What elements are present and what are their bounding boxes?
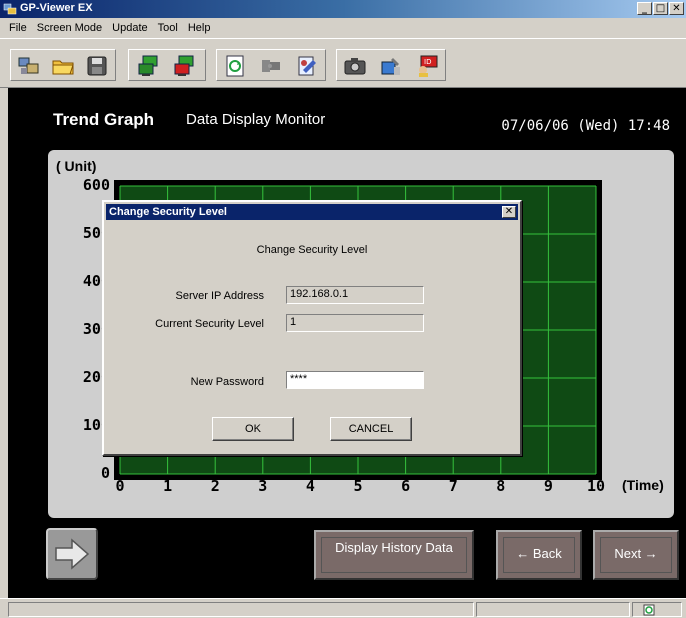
window-title: GP-Viewer EX <box>20 2 93 14</box>
document-refresh-icon[interactable] <box>223 54 247 78</box>
x-tick-label: 9 <box>543 477 553 495</box>
status-pane-icon <box>632 602 682 617</box>
menu-help[interactable]: Help <box>183 22 216 34</box>
status-pane-secondary <box>476 602 630 617</box>
toolbar-group-document <box>216 49 326 81</box>
save-disk-icon[interactable] <box>85 54 109 78</box>
x-tick-label: 8 <box>496 477 506 495</box>
status-bar <box>0 598 686 618</box>
x-tick-label: 10 <box>587 477 606 495</box>
next-button[interactable]: Next → <box>593 530 679 580</box>
settings-wrench-icon[interactable] <box>379 54 403 78</box>
display-history-data-button[interactable]: Display History Data <box>314 530 474 580</box>
next-button-label: Next → <box>600 537 672 573</box>
camera-icon[interactable] <box>343 54 367 78</box>
switch-screen-button[interactable] <box>46 528 98 580</box>
y-tick-label: 0 <box>100 464 110 482</box>
maximize-button[interactable]: □ <box>653 2 668 15</box>
x-tick-label: 3 <box>258 477 268 495</box>
x-tick-label: 7 <box>448 477 458 495</box>
monitor-red-icon[interactable] <box>173 54 197 78</box>
window-title-bar[interactable]: GP-Viewer EX _ □ ✕ <box>0 0 686 18</box>
puzzle-icon[interactable] <box>259 54 283 78</box>
x-tick-label: 6 <box>401 477 411 495</box>
x-tick-label: 4 <box>305 477 315 495</box>
y-tick-label: 600 <box>82 176 110 194</box>
svg-text:ID: ID <box>424 58 431 66</box>
server-ip-field: 192.168.0.1 <box>286 286 424 304</box>
toolbar: ID <box>0 38 686 88</box>
minimize-button[interactable]: _ <box>637 2 652 15</box>
dialog-heading: Change Security Level <box>256 244 368 256</box>
new-password-label: New Password <box>190 376 264 388</box>
ok-button[interactable]: OK <box>212 417 294 441</box>
refresh-status-icon <box>643 604 655 616</box>
back-button[interactable]: ← Back <box>496 530 582 580</box>
arrow-right-icon <box>55 538 90 570</box>
window-controls: _ □ ✕ <box>637 2 684 15</box>
close-button[interactable]: ✕ <box>669 2 684 15</box>
dialog-title: Change Security Level <box>109 206 227 218</box>
open-folder-icon[interactable] <box>51 54 75 78</box>
current-security-level-label: Current Security Level <box>155 318 264 330</box>
x-tick-label: 5 <box>353 477 363 495</box>
dialog-title-bar[interactable]: Change Security Level ✕ <box>106 204 518 220</box>
page-title: Trend Graph <box>53 110 155 129</box>
cancel-button[interactable]: CANCEL <box>330 417 412 441</box>
back-button-label: ← Back <box>503 537 575 573</box>
toolbar-group-file <box>10 49 116 81</box>
monitor-green-icon[interactable] <box>137 54 161 78</box>
status-pane-main <box>8 602 474 617</box>
y-axis-unit-label: ( Unit) <box>56 158 97 174</box>
page-subtitle: Data Display Monitor <box>186 111 326 128</box>
menu-screen-mode[interactable]: Screen Mode <box>32 22 107 34</box>
document-edit-icon[interactable] <box>295 54 319 78</box>
x-axis-unit-label: (Time) <box>622 477 664 493</box>
app-icon <box>3 3 17 15</box>
id-card-icon[interactable]: ID <box>415 54 439 78</box>
x-tick-label: 2 <box>210 477 220 495</box>
x-tick-label: 0 <box>115 477 125 495</box>
change-security-level-dialog: Change Security Level ✕ Change Security … <box>102 200 522 456</box>
connect-icon[interactable] <box>17 54 41 78</box>
menu-tool[interactable]: Tool <box>153 22 183 34</box>
toolbar-group-tools: ID <box>336 49 446 81</box>
menu-update[interactable]: Update <box>107 22 152 34</box>
menu-file[interactable]: File <box>4 22 32 34</box>
server-ip-label: Server IP Address <box>175 290 264 302</box>
x-tick-label: 1 <box>163 477 173 495</box>
toolbar-group-monitor <box>128 49 206 81</box>
display-history-data-label: Display History Data <box>321 537 467 573</box>
new-password-input[interactable]: **** <box>286 371 424 389</box>
datetime-display: 07/06/06 (Wed) 17:48 <box>501 118 670 134</box>
dialog-close-button[interactable]: ✕ <box>502 206 516 218</box>
current-security-level-field: 1 <box>286 314 424 332</box>
menu-bar: File Screen Mode Update Tool Help <box>0 18 686 38</box>
